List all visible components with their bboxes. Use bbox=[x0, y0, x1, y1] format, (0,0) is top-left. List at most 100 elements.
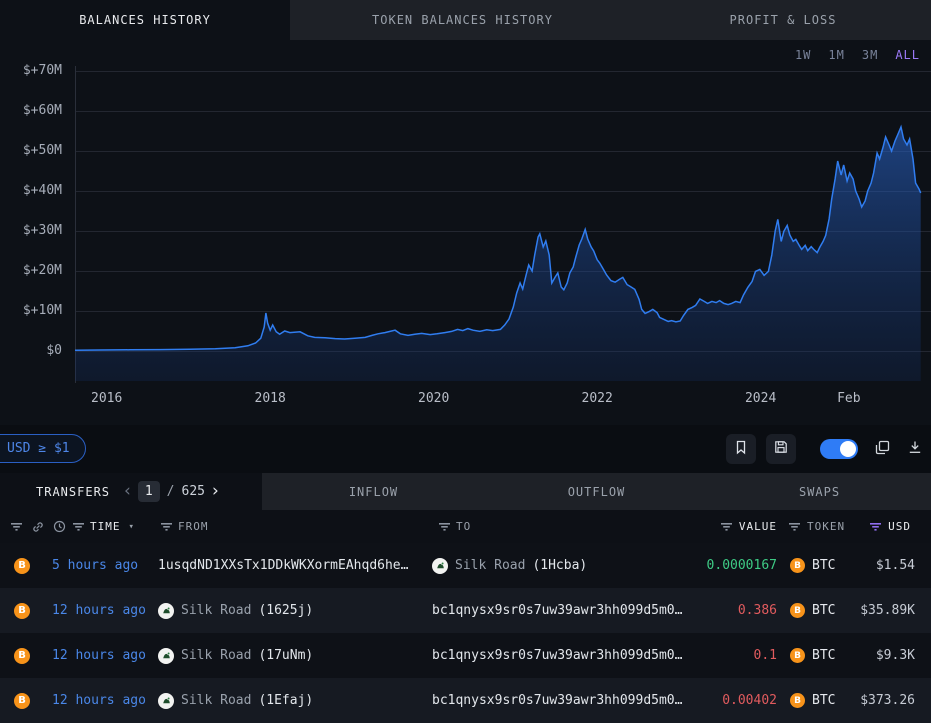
tab-swaps[interactable]: SWAPS bbox=[708, 473, 931, 510]
copy-button[interactable] bbox=[874, 439, 891, 460]
token-cell[interactable]: BBTC bbox=[790, 678, 835, 723]
value-cell: 0.1 bbox=[754, 633, 777, 678]
toggle-knob bbox=[840, 441, 856, 457]
silk-road-icon bbox=[158, 693, 174, 709]
chevron-down-icon[interactable]: ▾ bbox=[129, 522, 135, 532]
value-column-header[interactable]: VALUE bbox=[720, 510, 777, 543]
usd-filter-pill[interactable]: USD ≥ $1 bbox=[0, 434, 86, 463]
range-option-3m[interactable]: 3M bbox=[862, 48, 878, 62]
token-cell[interactable]: BBTC bbox=[790, 633, 835, 678]
to-entity-name[interactable]: Silk Road bbox=[455, 558, 525, 573]
time-filter-icon[interactable] bbox=[72, 510, 85, 543]
global-filter-icon[interactable] bbox=[10, 510, 23, 543]
time-column-header[interactable]: TIME ▾ bbox=[90, 510, 135, 543]
from-entity-tag[interactable]: (17uNm) bbox=[258, 648, 313, 663]
prev-page-icon[interactable]: ‹ bbox=[124, 483, 131, 500]
from-entity-name[interactable]: Silk Road bbox=[181, 603, 251, 618]
current-page[interactable]: 1 bbox=[138, 481, 160, 502]
to-cell: bc1qnysx9sr0s7uw39awr3hh099d5m0… bbox=[432, 678, 682, 723]
silk-road-icon bbox=[158, 603, 174, 619]
pagination: ‹ 1 / 625 › bbox=[124, 481, 219, 502]
transfers-label: TRANSFERS bbox=[36, 485, 110, 499]
time-header-label: TIME bbox=[90, 520, 121, 533]
chain-cell: B bbox=[14, 678, 30, 723]
download-button[interactable] bbox=[907, 439, 923, 459]
value-header-label: VALUE bbox=[739, 520, 777, 533]
tab-transfers[interactable]: TRANSFERS ‹ 1 / 625 › bbox=[0, 473, 262, 510]
to-address[interactable]: bc1qnysx9sr0s7uw39awr3hh099d5m0… bbox=[432, 648, 682, 663]
to-address[interactable]: bc1qnysx9sr0s7uw39awr3hh099d5m0… bbox=[432, 693, 682, 708]
time-range-selector: 1W 1M 3M ALL bbox=[795, 48, 920, 62]
table-row[interactable]: B 5 hours ago 1usqdND1XXsTx1DDkWKXormEAhqd… bbox=[0, 543, 931, 588]
bookmark-icon bbox=[733, 439, 749, 459]
to-cell: bc1qnysx9sr0s7uw39awr3hh099d5m0… bbox=[432, 633, 682, 678]
time-cell[interactable]: 12 hours ago bbox=[52, 633, 146, 678]
from-entity-tag[interactable]: (1625j) bbox=[258, 603, 313, 618]
clock-icon bbox=[53, 510, 66, 543]
from-column-header: FROM bbox=[178, 510, 209, 543]
time-cell[interactable]: 12 hours ago bbox=[52, 588, 146, 633]
chain-link-icon[interactable] bbox=[31, 510, 45, 543]
next-page-icon[interactable]: › bbox=[212, 483, 219, 500]
to-column-header: TO bbox=[456, 510, 471, 543]
silk-road-icon bbox=[432, 558, 448, 574]
y-tick-30: $+30M bbox=[0, 222, 62, 240]
to-entity-tag[interactable]: (1Hcba) bbox=[532, 558, 587, 573]
usd-cell: $35.89K bbox=[860, 588, 915, 633]
range-option-1m[interactable]: 1M bbox=[828, 48, 844, 62]
y-tick-40: $+40M bbox=[0, 182, 62, 200]
from-filter-icon[interactable] bbox=[160, 510, 173, 543]
save-button[interactable] bbox=[766, 434, 796, 464]
tab-token-balances-history[interactable]: TOKEN BALANCES HISTORY bbox=[290, 0, 635, 40]
from-entity-tag[interactable]: (1Efaj) bbox=[258, 693, 313, 708]
usd-cell: $373.26 bbox=[860, 678, 915, 723]
from-cell: Silk Road (1625j) bbox=[158, 588, 313, 633]
x-tick-2020: 2020 bbox=[394, 391, 474, 407]
range-option-all[interactable]: ALL bbox=[895, 48, 920, 62]
y-tick-60: $+60M bbox=[0, 102, 62, 120]
token-cell[interactable]: B BTC bbox=[790, 543, 835, 588]
tab-balances-history[interactable]: BALANCES HISTORY bbox=[0, 0, 290, 40]
value-cell: 0.386 bbox=[738, 588, 777, 633]
time-cell[interactable]: 12 hours ago bbox=[52, 678, 146, 723]
x-tick-2018: 2018 bbox=[230, 391, 310, 407]
usd-cell: $1.54 bbox=[876, 543, 915, 588]
table-row[interactable]: B 12 hours ago Silk Road (1625j) bc1qnysx9sr… bbox=[0, 588, 931, 633]
tab-outflow[interactable]: OUTFLOW bbox=[485, 473, 708, 510]
bookmark-button[interactable] bbox=[726, 434, 756, 464]
usd-toggle[interactable] bbox=[820, 439, 858, 459]
download-icon bbox=[907, 439, 923, 459]
to-filter-icon[interactable] bbox=[438, 510, 451, 543]
y-tick-0: $0 bbox=[0, 342, 62, 360]
time-cell[interactable]: 5 hours ago bbox=[52, 543, 138, 588]
token-symbol: BTC bbox=[812, 558, 835, 573]
token-symbol: BTC bbox=[812, 603, 835, 618]
value-cell: 0.0000167 bbox=[707, 543, 777, 588]
from-entity-name[interactable]: Silk Road bbox=[181, 648, 251, 663]
from-entity-name[interactable]: Silk Road bbox=[181, 693, 251, 708]
to-address[interactable]: bc1qnysx9sr0s7uw39awr3hh099d5m0… bbox=[432, 603, 682, 618]
range-option-1w[interactable]: 1W bbox=[795, 48, 811, 62]
value-cell: 0.00402 bbox=[722, 678, 777, 723]
token-column-header[interactable]: TOKEN bbox=[788, 510, 845, 543]
balance-area-chart bbox=[75, 60, 931, 383]
table-row[interactable]: B 12 hours ago Silk Road (1Efaj) bc1qnysx9sr… bbox=[0, 678, 931, 723]
from-address[interactable]: 1usqdND1XXsTx1DDkWKXormEAhqd6he… bbox=[158, 558, 408, 573]
tab-profit-and-loss[interactable]: PROFIT & LOSS bbox=[635, 0, 931, 40]
to-cell: Silk Road (1Hcba) bbox=[432, 543, 587, 588]
usd-column-header[interactable]: USD bbox=[869, 510, 911, 543]
btc-icon: B bbox=[790, 558, 805, 573]
transfers-table-body: B 5 hours ago 1usqdND1XXsTx1DDkWKXormEAhqd… bbox=[0, 543, 931, 723]
x-tick-feb: Feb bbox=[809, 391, 889, 407]
chart-controls-row: USD ≥ $1 bbox=[0, 425, 931, 473]
table-row[interactable]: B12 hours agoSilk Road(17uNm)bc1qnysx9sr… bbox=[0, 633, 931, 678]
btc-icon: B bbox=[14, 693, 30, 709]
btc-icon: B bbox=[790, 603, 805, 618]
btc-icon: B bbox=[14, 603, 30, 619]
token-filter-icon bbox=[788, 520, 801, 533]
tab-inflow[interactable]: INFLOW bbox=[262, 473, 485, 510]
y-tick-20: $+20M bbox=[0, 262, 62, 280]
token-cell[interactable]: B BTC bbox=[790, 588, 835, 633]
page-separator: / bbox=[167, 484, 175, 499]
from-cell: Silk Road (17uNm) bbox=[158, 633, 313, 678]
